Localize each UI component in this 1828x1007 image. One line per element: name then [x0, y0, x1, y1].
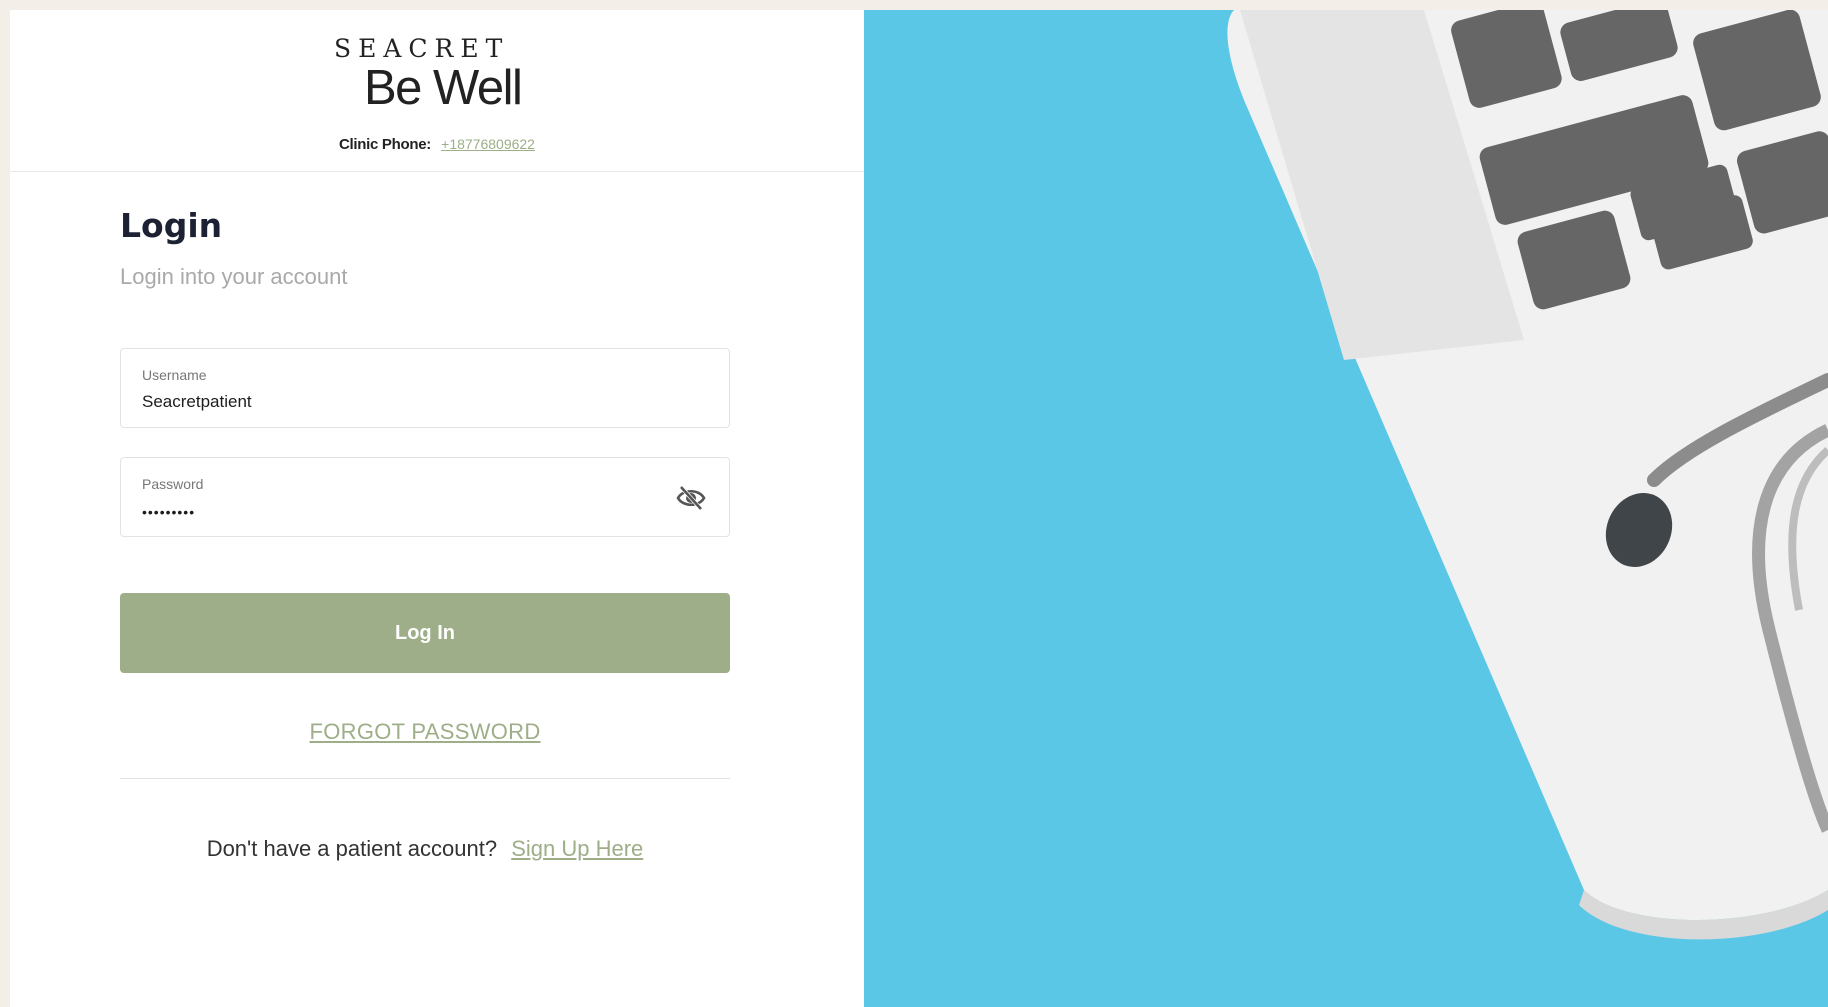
- page-frame: SEACRET Be Well Clinic Phone: +187768096…: [10, 10, 1828, 1007]
- logo-wordmark-bottom: Be Well: [364, 61, 523, 115]
- page-subtitle: Login into your account: [120, 264, 348, 289]
- username-field[interactable]: Username Seacretpatient: [120, 348, 730, 428]
- signup-prompt: Don't have a patient account?: [206, 836, 498, 861]
- password-input[interactable]: •••••••••: [142, 504, 642, 520]
- username-input[interactable]: Seacretpatient: [142, 392, 642, 412]
- username-label: Username: [142, 367, 207, 383]
- password-field[interactable]: Password •••••••••: [120, 457, 730, 537]
- password-label: Password: [142, 476, 204, 492]
- laptop-stethoscope-illustration: [1227, 10, 1828, 940]
- forgot-password-link[interactable]: FORGOT PASSWORD: [10, 719, 840, 745]
- eye-off-icon[interactable]: [675, 483, 707, 513]
- divider: [120, 778, 730, 779]
- clinic-phone-label: Clinic Phone:: [339, 136, 431, 153]
- hero-image: [864, 10, 1828, 1007]
- clinic-phone-link[interactable]: +18776809622: [441, 136, 535, 152]
- login-button[interactable]: Log In: [120, 593, 730, 673]
- clinic-phone: Clinic Phone: +18776809622: [10, 136, 864, 153]
- header: SEACRET Be Well Clinic Phone: +187768096…: [10, 10, 864, 172]
- signup-link[interactable]: Sign Up Here: [511, 836, 643, 861]
- login-panel: SEACRET Be Well Clinic Phone: +187768096…: [10, 10, 864, 1007]
- page-title: Login: [120, 206, 223, 245]
- signup-row: Don't have a patient account? Sign Up He…: [10, 836, 840, 862]
- logo-wordmark-top: SEACRET: [334, 34, 510, 63]
